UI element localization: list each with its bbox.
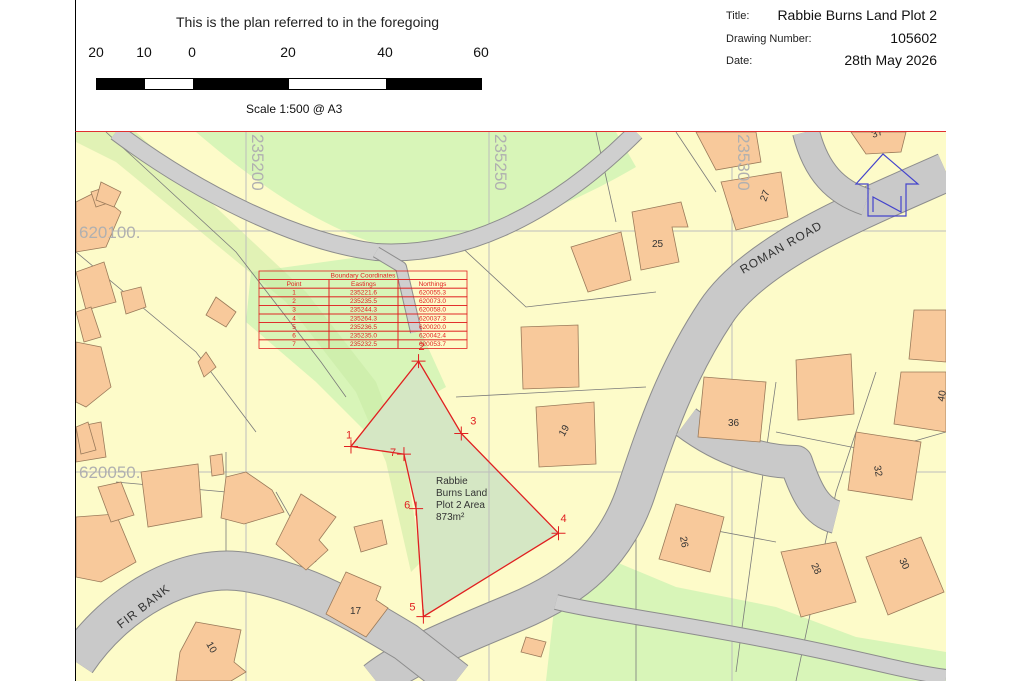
site-map: 1234567 Boundary Coordinates Point Easting… — [75, 131, 946, 681]
building — [520, 324, 580, 390]
table-value: 620058.0 — [419, 307, 446, 314]
house-number: 36 — [728, 418, 740, 429]
scale-tick-label: 20 — [280, 44, 296, 60]
boundary-point-label: 3 — [470, 415, 476, 427]
table-value: 6 — [292, 333, 296, 340]
table-value: 2 — [292, 298, 296, 305]
table-title: Boundary Coordinates — [331, 272, 396, 279]
building — [140, 463, 203, 528]
grid-label-northing: 620100. — [79, 223, 140, 242]
table-header: Northings — [419, 281, 448, 288]
table-header: Point — [287, 281, 302, 288]
plot-label-line: Plot 2 Area — [436, 500, 485, 511]
scale-tick-label: 0 — [188, 44, 196, 60]
scale-tick-label: 20 — [88, 44, 104, 60]
plan-reference-text: This is the plan referred to in the fore… — [176, 14, 440, 30]
boundary-point-label: 4 — [561, 513, 567, 525]
plot-label-line: Burns Land — [436, 488, 487, 499]
table-value: 7 — [292, 341, 296, 348]
title-key: Title: — [726, 10, 750, 22]
house-number: 17 — [350, 606, 362, 617]
table-value: 235221.6 — [350, 290, 377, 297]
map-canvas: 1234567 Boundary CoordinatesPoint Easting… — [76, 132, 946, 681]
building — [209, 453, 225, 477]
building — [795, 353, 855, 421]
table-value: 4 — [292, 315, 296, 322]
scale-tick-label: 40 — [377, 44, 393, 60]
building — [908, 309, 946, 363]
grid-label-easting: 235250 — [491, 134, 510, 191]
title-value: Rabbie Burns Land Plot 2 — [777, 7, 937, 23]
table-value: 235235.5 — [350, 298, 377, 305]
scale-text: Scale 1:500 @ A3 — [246, 102, 343, 116]
scale-segment — [193, 79, 289, 89]
table-value: 620042.4 — [419, 333, 446, 340]
table-value: 235264.3 — [350, 315, 377, 322]
table-header: Eastings — [351, 281, 377, 288]
table-value: 620053.7 — [419, 341, 446, 348]
table-value: 620073.0 — [419, 298, 446, 305]
table-value: 235235.0 — [350, 333, 377, 340]
table-value: 620020.0 — [419, 324, 446, 331]
drawing-number-value: 105602 — [890, 30, 937, 46]
table-value: 5 — [292, 324, 296, 331]
building — [847, 431, 922, 501]
house-number: 40 — [936, 389, 946, 402]
building — [697, 376, 767, 443]
scale-segment — [289, 79, 386, 89]
date-key: Date: — [726, 55, 753, 67]
scale-segment — [97, 79, 145, 89]
plan-sheet: This is the plan referred to in the fore… — [0, 0, 1024, 683]
scale-segment — [386, 79, 481, 89]
house-number: 25 — [652, 239, 664, 250]
grid-label-easting: 235300 — [734, 134, 753, 191]
boundary-point-label: 5 — [409, 602, 415, 614]
boundary-point-label: 7 — [390, 447, 396, 459]
drawing-number-key: Drawing Number: — [726, 33, 812, 45]
table-value: 235232.5 — [350, 341, 377, 348]
title-block: This is the plan referred to in the fore… — [75, 0, 946, 131]
date-value: 28th May 2026 — [844, 52, 937, 68]
boundary-point-label: 6 — [404, 500, 410, 512]
grid-label-easting: 235200 — [248, 134, 267, 191]
table-value: 235244.3 — [350, 307, 377, 314]
table-value: 620037.3 — [419, 315, 446, 322]
table-value: 1 — [292, 290, 296, 297]
table-value: 3 — [292, 307, 296, 314]
scale-tick-label: 10 — [136, 44, 152, 60]
scale-tick-label: 60 — [473, 44, 489, 60]
grid-label-northing: 620050. — [79, 463, 140, 482]
scale-segment — [145, 79, 193, 89]
plot-label-line: Rabbie — [436, 476, 468, 487]
boundary-point-label: 1 — [346, 430, 352, 442]
table-value: 620055.3 — [419, 290, 446, 297]
building — [893, 371, 946, 433]
table-value: 235236.5 — [350, 324, 377, 331]
plot-label-line: 873m² — [436, 512, 465, 523]
scale-bar — [96, 78, 482, 90]
